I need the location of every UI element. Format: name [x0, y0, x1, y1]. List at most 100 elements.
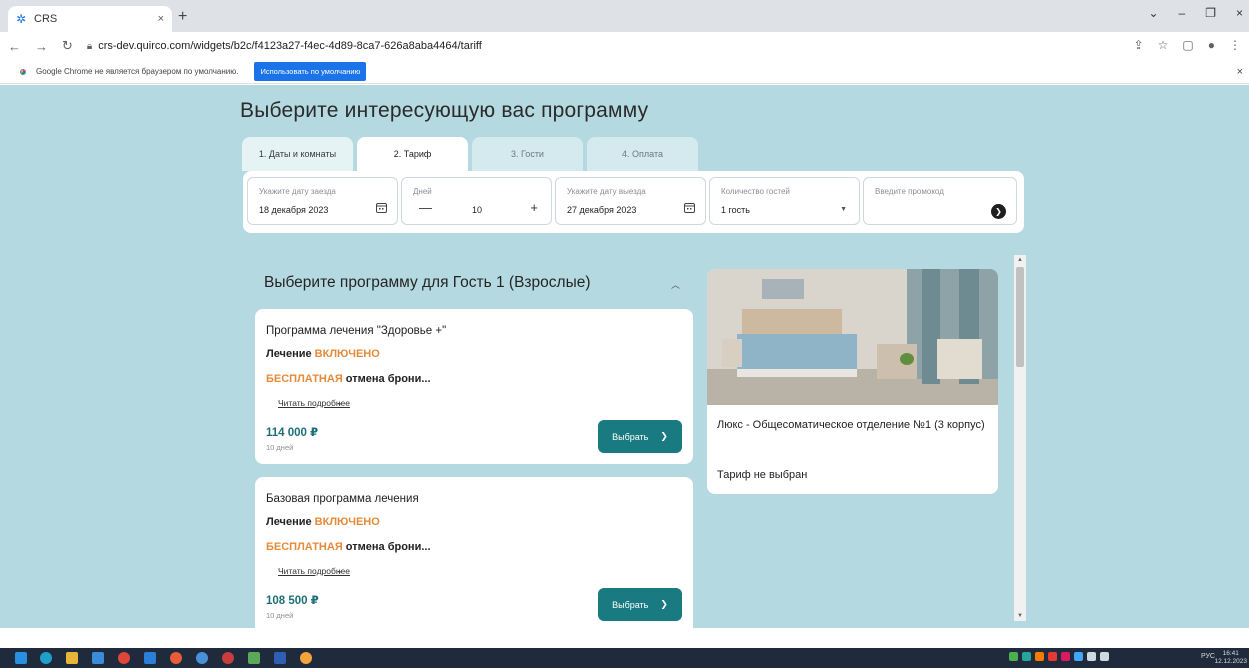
browser-toolbar: ← → ↻ 🔒︎ crs-dev.quirco.com/widgets/b2c/…: [0, 32, 1249, 60]
minimize-button[interactable]: –: [1179, 6, 1186, 20]
treatment-included: Лечение ВКЛЮЧЕНО: [266, 348, 380, 360]
menu-dots-icon[interactable]: ⋮: [1229, 38, 1241, 52]
share-icon[interactable]: ⇪: [1134, 38, 1144, 52]
program-card: Программа лечения "Здоровье +" Лечение В…: [255, 309, 693, 464]
select-program-button[interactable]: Выбрать ❯: [598, 588, 682, 621]
program-price: 114 000 ₽: [266, 427, 319, 439]
profile-icon[interactable]: ●: [1208, 38, 1215, 52]
room-photo: [707, 269, 998, 405]
tab-title: CRS: [34, 13, 58, 25]
browser-tab[interactable]: ✲ CRS ×: [8, 6, 172, 32]
volume-icon[interactable]: [1100, 652, 1109, 661]
booking-widget-page: Выберите интересующую вас программу 1. Д…: [0, 85, 1249, 628]
scrollbar-thumb[interactable]: [1016, 267, 1024, 367]
explorer-icon[interactable]: [66, 652, 78, 664]
chrome-icon[interactable]: [222, 652, 234, 664]
set-default-button[interactable]: Использовать по умолчанию: [254, 62, 367, 81]
start-icon[interactable]: [15, 652, 27, 664]
calendar-icon[interactable]: [376, 202, 387, 216]
days-value[interactable]: 10: [472, 205, 482, 215]
crs-favicon-icon: ✲: [16, 12, 27, 26]
program-duration: 10 дней: [266, 443, 294, 452]
tab-guests[interactable]: 3. Гости: [472, 137, 583, 171]
tray-icon[interactable]: [1061, 652, 1070, 661]
app-icon[interactable]: [170, 652, 182, 664]
system-tray: [1009, 652, 1109, 661]
guest-program-heading: Выберите программу для Гость 1 (Взрослые…: [264, 274, 591, 291]
tab-tariff[interactable]: 2. Тариф: [357, 137, 468, 171]
days-minus-button[interactable]: —: [419, 200, 432, 215]
chevron-down-icon[interactable]: ⌄: [336, 565, 344, 576]
close-window-button[interactable]: ×: [1236, 6, 1243, 20]
tray-icon[interactable]: [1009, 652, 1018, 661]
free-cancellation: БЕСПЛАТНАЯ отмена брони...: [266, 541, 431, 553]
default-browser-infobar: Google Chrome не является браузером по у…: [0, 60, 1249, 84]
language-indicator[interactable]: РУС: [1201, 653, 1215, 660]
room-card: Люкс - Общесоматическое отделение №1 (3 …: [707, 269, 998, 494]
tab-payment[interactable]: 4. Оплата: [587, 137, 698, 171]
back-arrow-icon[interactable]: ←: [8, 39, 21, 54]
checkin-date-field[interactable]: Укажите дату заезда 18 декабря 2023: [247, 177, 398, 225]
days-plus-button[interactable]: +: [530, 200, 538, 215]
dropdown-caret-icon: ▼: [840, 206, 847, 213]
side-panel-icon[interactable]: ▢: [1182, 38, 1193, 52]
scroll-down-icon[interactable]: ▼: [1017, 613, 1023, 619]
select-program-button[interactable]: Выбрать ❯: [598, 420, 682, 453]
program-card: Базовая программа лечения Лечение ВКЛЮЧЕ…: [255, 477, 693, 628]
promo-code-field[interactable]: Введите промокод ❯: [863, 177, 1017, 225]
tray-icon[interactable]: [1074, 652, 1083, 661]
promo-submit-arrow-icon[interactable]: ❯: [991, 204, 1006, 219]
bookmark-star-icon[interactable]: ☆: [1158, 38, 1169, 52]
yandex-icon[interactable]: [118, 652, 130, 664]
calendar-icon[interactable]: [684, 202, 695, 216]
room-name: Люкс - Общесоматическое отделение №1 (3 …: [717, 419, 985, 431]
treatment-included: Лечение ВКЛЮЧЕНО: [266, 516, 380, 528]
checkout-date-field[interactable]: Укажите дату выезда 27 декабря 2023: [555, 177, 706, 225]
chevron-right-icon: ❯: [660, 431, 668, 441]
page-scrollbar[interactable]: ▲ ▼: [1014, 255, 1026, 621]
chrome-logo-icon: [18, 66, 28, 77]
address-bar[interactable]: 🔒︎ crs-dev.quirco.com/widgets/b2c/f4123a…: [87, 40, 482, 52]
tab-close-icon[interactable]: ×: [158, 13, 164, 25]
browser-tab-strip: ✲ CRS × + ⌄ – ❐ ×: [0, 0, 1249, 32]
infobar-close-icon[interactable]: ×: [1237, 66, 1243, 78]
days-label: Дней: [413, 187, 432, 196]
word-icon[interactable]: [274, 652, 286, 664]
checkin-label: Укажите дату заезда: [259, 187, 336, 196]
guests-label: Количество гостей: [721, 187, 790, 196]
mail-icon[interactable]: [144, 652, 156, 664]
free-cancellation: БЕСПЛАТНАЯ отмена брони...: [266, 373, 431, 385]
clock[interactable]: 16:41 12.12.2023: [1214, 650, 1247, 666]
tab-search-icon[interactable]: ⌄: [1148, 6, 1158, 20]
forward-arrow-icon[interactable]: →: [35, 39, 48, 54]
scroll-up-icon[interactable]: ▲: [1017, 257, 1023, 263]
checkout-label: Укажите дату выезда: [567, 187, 646, 196]
tab-dates-rooms[interactable]: 1. Даты и комнаты: [242, 137, 353, 171]
tariff-status: Тариф не выбран: [717, 469, 808, 481]
page-title: Выберите интересующую вас программу: [240, 99, 649, 122]
guests-value: 1 гость: [721, 205, 750, 215]
new-tab-button[interactable]: +: [178, 8, 187, 26]
edge-icon[interactable]: [40, 652, 52, 664]
guests-select[interactable]: Количество гостей 1 гость ▼: [709, 177, 860, 225]
checkin-value: 18 декабря 2023: [259, 205, 329, 215]
chevron-right-icon: ❯: [660, 599, 668, 609]
days-stepper: Дней — 10 +: [401, 177, 552, 225]
reload-icon[interactable]: ↻: [62, 38, 73, 54]
telegram-icon[interactable]: [196, 652, 208, 664]
tray-icon[interactable]: [1048, 652, 1057, 661]
store-icon[interactable]: [92, 652, 104, 664]
chevron-down-icon[interactable]: ⌄: [336, 397, 344, 408]
network-icon[interactable]: [1087, 652, 1096, 661]
tray-icon[interactable]: [1022, 652, 1031, 661]
collapse-chevron-icon[interactable]: ︿: [671, 278, 680, 291]
browser-tools: ⇪ ☆ ▢ ● ⋮: [1134, 38, 1241, 52]
window-controls: ⌄ – ❐ ×: [1148, 6, 1243, 20]
checkout-value: 27 декабря 2023: [567, 205, 637, 215]
chrome-active-icon[interactable]: [300, 652, 312, 664]
program-price: 108 500 ₽: [266, 595, 319, 607]
app-icon[interactable]: [248, 652, 260, 664]
tray-icon[interactable]: [1035, 652, 1044, 661]
promo-placeholder: Введите промокод: [875, 187, 944, 196]
restore-button[interactable]: ❐: [1205, 6, 1216, 20]
